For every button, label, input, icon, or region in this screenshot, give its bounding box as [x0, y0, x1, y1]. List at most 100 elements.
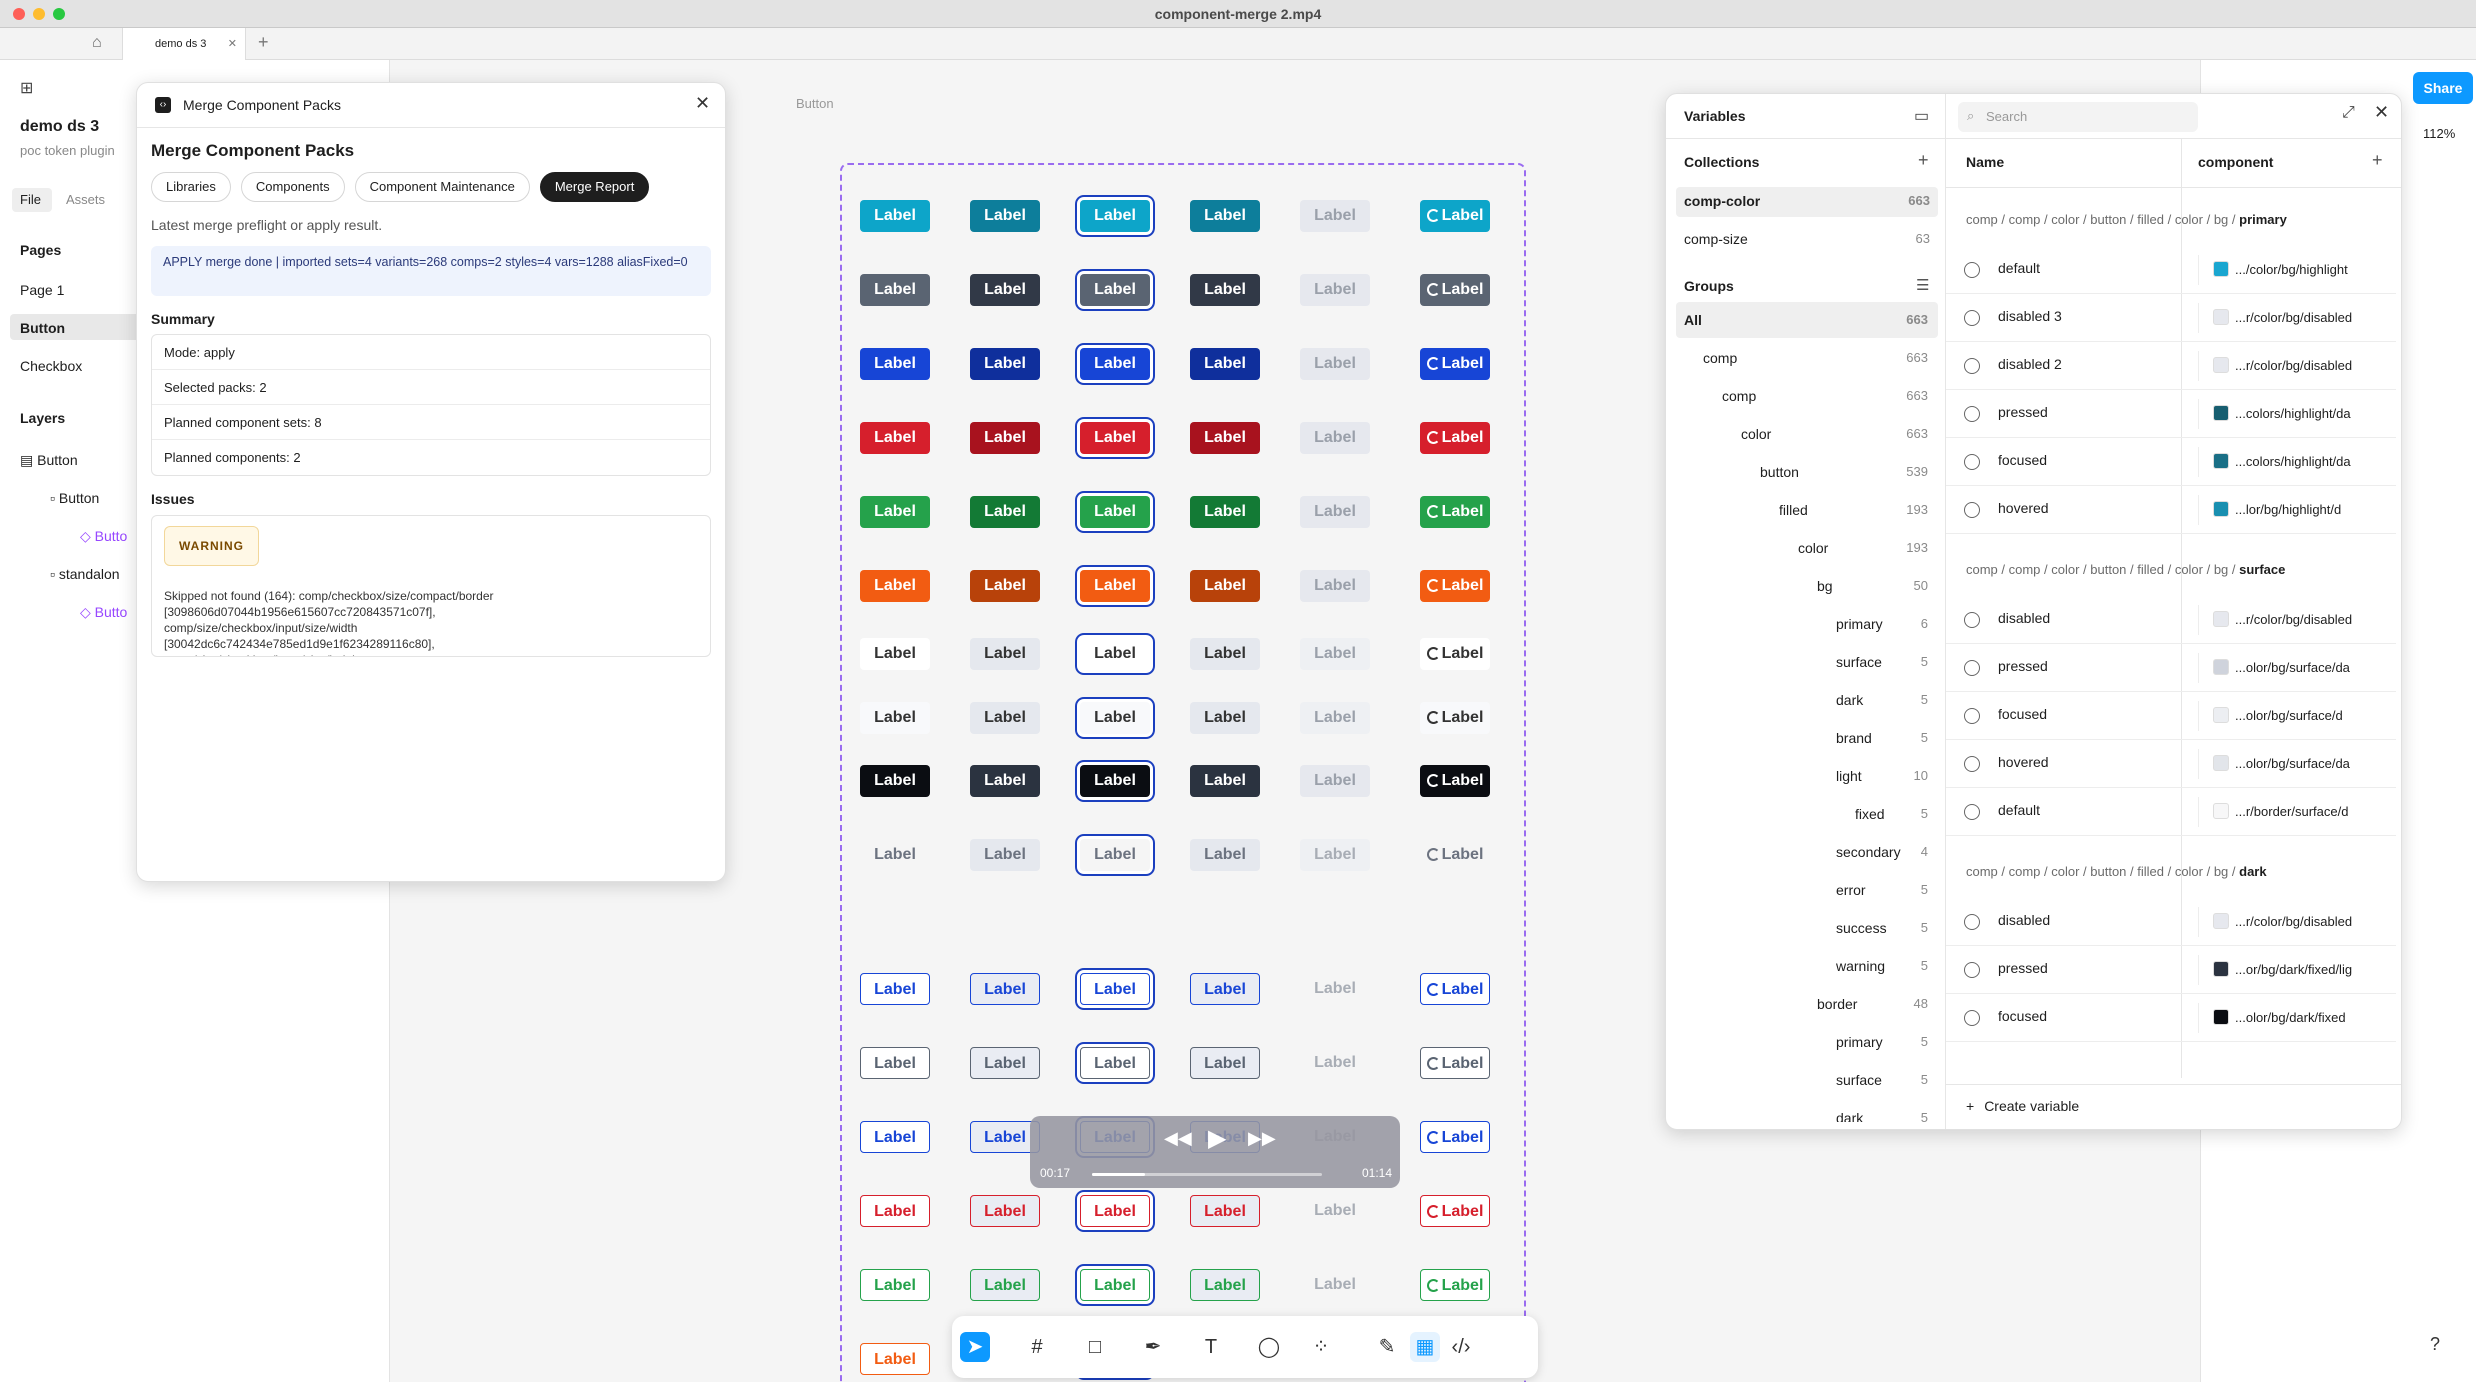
layer-item[interactable]: ▫ standalon — [50, 566, 120, 582]
component-button[interactable]: Label — [1190, 422, 1260, 454]
group-item[interactable]: dark 5 — [1676, 682, 1938, 718]
rewind-icon[interactable]: ◀◀ — [1164, 1128, 1192, 1149]
component-button[interactable]: Label — [1080, 638, 1150, 670]
variable-value[interactable]: ...olor/bg/dark/fixed — [2198, 1003, 2388, 1033]
home-icon[interactable]: ⌂ — [92, 34, 102, 52]
variable-value[interactable]: ...r/border/surface/d — [2198, 797, 2388, 827]
component-button[interactable]: Label — [860, 422, 930, 454]
component-button[interactable]: Label — [1080, 274, 1150, 306]
component-button[interactable]: Label — [1190, 1269, 1260, 1301]
group-item[interactable]: light 10 — [1676, 758, 1938, 794]
video-progress-track[interactable] — [1092, 1173, 1322, 1176]
component-button[interactable]: Label — [970, 839, 1040, 871]
variable-row[interactable]: hovered ...olor/bg/surface/da — [1946, 740, 2396, 788]
component-button[interactable]: Label — [1420, 765, 1490, 797]
component-button[interactable]: Label — [860, 839, 930, 871]
variable-row[interactable]: hovered ...lor/bg/highlight/d — [1946, 486, 2396, 534]
tab-file[interactable]: File — [20, 192, 41, 207]
component-button[interactable]: Label — [970, 702, 1040, 734]
collection-item[interactable]: comp-size 63 — [1684, 231, 1930, 247]
layer-item[interactable]: ▤ Button — [20, 452, 78, 469]
component-button[interactable]: Label — [1190, 765, 1260, 797]
component-button[interactable]: Label — [1420, 839, 1490, 871]
variable-row[interactable]: disabled ...r/color/bg/disabled — [1946, 596, 2396, 644]
tab-assets[interactable]: Assets — [66, 192, 105, 207]
tab-libraries[interactable]: Libraries — [151, 172, 231, 202]
component-button[interactable]: Label — [860, 496, 930, 528]
component-button[interactable]: Label — [860, 1047, 930, 1079]
new-tab-icon[interactable]: + — [258, 32, 269, 53]
component-button[interactable]: Label — [860, 702, 930, 734]
variable-row[interactable]: disabled 2 ...r/color/bg/disabled — [1946, 342, 2396, 390]
component-button[interactable]: Label — [860, 973, 930, 1005]
component-button[interactable]: Label — [1420, 422, 1490, 454]
variable-value[interactable]: ...r/color/bg/disabled — [2198, 303, 2388, 333]
layer-item[interactable]: ▫ Button — [50, 490, 99, 506]
layer-item[interactable]: ◇ Butto — [80, 528, 127, 545]
component-button[interactable]: Label — [1190, 638, 1260, 670]
component-button[interactable]: Label — [860, 274, 930, 306]
component-button[interactable]: Label — [1190, 570, 1260, 602]
component-button[interactable]: Label — [1190, 274, 1260, 306]
variable-row[interactable]: focused ...olor/bg/dark/fixed — [1946, 994, 2396, 1042]
variable-row[interactable]: pressed ...or/bg/dark/fixed/lig — [1946, 946, 2396, 994]
zoom-level[interactable]: 112% — [2423, 126, 2455, 141]
dev-mode-icon[interactable]: ‹/› — [1446, 1332, 1476, 1362]
component-button[interactable]: Label — [1190, 496, 1260, 528]
component-button[interactable]: Label — [970, 765, 1040, 797]
group-item[interactable]: success 5 — [1676, 910, 1938, 946]
component-button[interactable]: Label — [970, 496, 1040, 528]
variable-value[interactable]: ...r/color/bg/disabled — [2198, 351, 2388, 381]
variable-value[interactable]: ...olor/bg/surface/da — [2198, 653, 2388, 683]
group-item[interactable]: surface 5 — [1676, 644, 1938, 680]
component-button[interactable]: Label — [1300, 348, 1370, 380]
add-collection-icon[interactable]: + — [1918, 150, 1929, 171]
layer-item[interactable]: ◇ Butto — [80, 604, 127, 621]
variable-value[interactable]: ...colors/highlight/da — [2198, 399, 2388, 429]
mode-column-header[interactable]: component — [2198, 154, 2273, 170]
group-item[interactable]: button 539 — [1676, 454, 1938, 490]
move-tool-icon[interactable]: ➤ — [960, 1332, 990, 1362]
variable-row[interactable]: pressed ...olor/bg/surface/da — [1946, 644, 2396, 692]
component-button[interactable]: Label — [1300, 973, 1370, 1005]
variable-row[interactable]: disabled ...r/color/bg/disabled — [1946, 898, 2396, 946]
variable-row[interactable]: default .../color/bg/highlight — [1946, 246, 2396, 294]
play-icon[interactable]: ▶ — [1208, 1124, 1226, 1153]
component-button[interactable]: Label — [1420, 496, 1490, 528]
help-icon[interactable]: ? — [2430, 1334, 2440, 1355]
forward-icon[interactable]: ▶▶ — [1248, 1128, 1276, 1149]
group-item[interactable]: primary 6 — [1676, 606, 1938, 642]
component-button[interactable]: Label — [1420, 1047, 1490, 1079]
rectangle-tool-icon[interactable]: □ — [1080, 1332, 1110, 1362]
component-button[interactable]: Label — [1300, 839, 1370, 871]
component-button[interactable]: Label — [1300, 638, 1370, 670]
component-button[interactable]: Label — [970, 1195, 1040, 1227]
component-button[interactable]: Label — [1080, 1269, 1150, 1301]
component-button[interactable]: Label — [1300, 702, 1370, 734]
group-item[interactable]: All 663 — [1676, 302, 1938, 338]
variable-row[interactable]: disabled 3 ...r/color/bg/disabled — [1946, 294, 2396, 342]
group-item[interactable]: warning 5 — [1676, 948, 1938, 984]
group-item[interactable]: filled 193 — [1676, 492, 1938, 528]
component-button[interactable]: Label — [1190, 200, 1260, 232]
component-button[interactable]: Label — [970, 274, 1040, 306]
file-name[interactable]: demo ds 3 — [20, 118, 99, 136]
component-button[interactable]: Label — [1300, 496, 1370, 528]
group-item[interactable]: surface 5 — [1676, 1062, 1938, 1098]
component-button[interactable]: Label — [1420, 702, 1490, 734]
component-button[interactable]: Label — [860, 1343, 930, 1375]
tab-components[interactable]: Components — [240, 172, 345, 202]
group-item[interactable]: primary 5 — [1676, 1024, 1938, 1060]
group-item[interactable]: bg 50 — [1676, 568, 1938, 604]
component-button[interactable]: Label — [1420, 1269, 1490, 1301]
component-button[interactable]: Label — [1080, 570, 1150, 602]
component-button[interactable]: Label — [1190, 973, 1260, 1005]
group-item[interactable]: brand 5 — [1676, 720, 1938, 756]
component-button[interactable]: Label — [1420, 973, 1490, 1005]
component-button[interactable]: Label — [1420, 200, 1490, 232]
component-button[interactable]: Label — [860, 200, 930, 232]
group-item[interactable]: comp 663 — [1676, 340, 1938, 376]
group-item[interactable]: dark 5 — [1676, 1100, 1938, 1122]
component-button[interactable]: Label — [860, 1195, 930, 1227]
variable-row[interactable]: default ...r/border/surface/d — [1946, 788, 2396, 836]
